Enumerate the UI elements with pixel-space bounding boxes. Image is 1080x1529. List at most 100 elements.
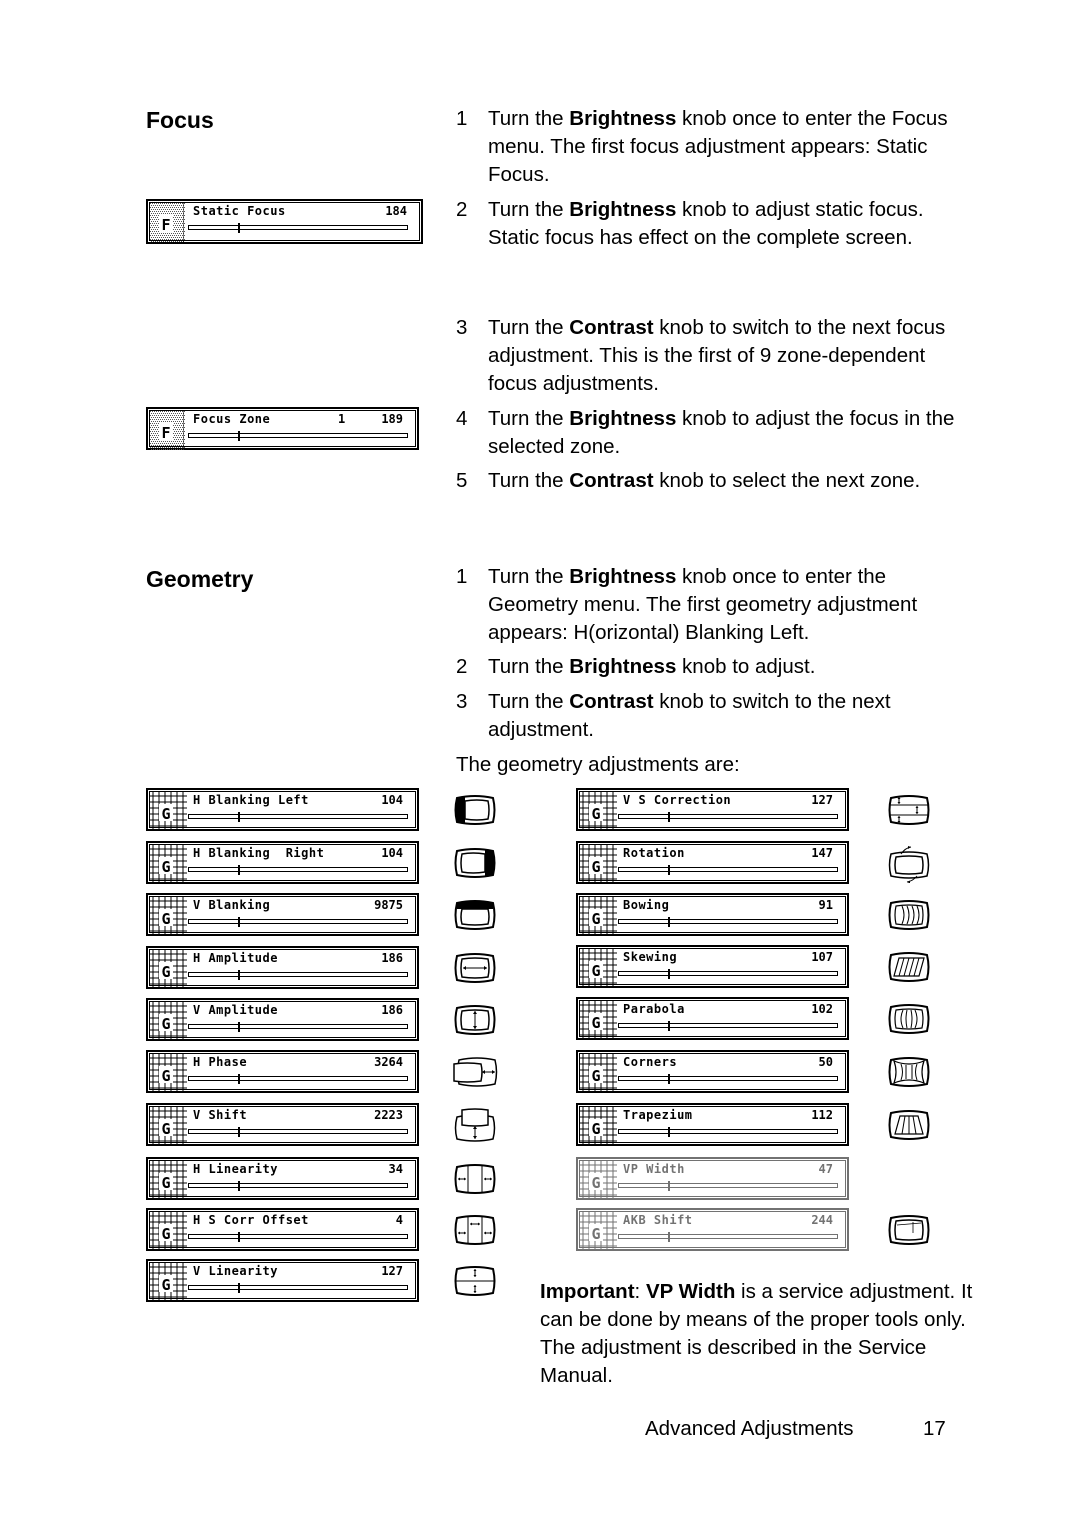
osd-label: V Amplitude: [193, 1003, 278, 1017]
v-s-correction-icon: [886, 792, 930, 826]
step-number: 3: [456, 316, 468, 339]
step-number: 1: [456, 107, 468, 130]
osd-slider[interactable]: [188, 1181, 408, 1191]
osd-slider[interactable]: [188, 431, 408, 441]
osd-slider[interactable]: [188, 865, 408, 875]
osd-slider[interactable]: [188, 1022, 408, 1032]
osd-slider[interactable]: [188, 1074, 408, 1084]
osd-slider[interactable]: [618, 1074, 838, 1084]
osd-slider-thumb[interactable]: [668, 865, 671, 875]
osd-slider-thumb[interactable]: [668, 812, 671, 822]
svg-text:F: F: [161, 424, 170, 442]
osd-slider[interactable]: [618, 917, 838, 927]
osd-slider-thumb[interactable]: [238, 812, 241, 822]
osd-value: 102: [811, 1002, 833, 1016]
svg-text:G: G: [591, 1014, 600, 1032]
osd-slider[interactable]: [188, 1283, 408, 1293]
step-number: 5: [456, 469, 468, 492]
osd-slider-thumb[interactable]: [668, 1021, 671, 1031]
svg-text:F: F: [161, 216, 170, 234]
osd-slider-thumb[interactable]: [668, 1074, 671, 1084]
osd-slider-thumb[interactable]: [238, 865, 241, 875]
osd-slider-thumb[interactable]: [238, 970, 241, 980]
osd-slider[interactable]: [618, 1181, 838, 1191]
osd-label: AKB Shift: [623, 1213, 693, 1227]
v-blanking-icon: [452, 897, 496, 931]
osd-label: H Linearity: [193, 1162, 278, 1176]
svg-text:G: G: [161, 805, 170, 823]
step-note: Static focus has effect on the complete …: [488, 226, 913, 249]
osd-slider-thumb[interactable]: [238, 1074, 241, 1084]
osd-slider[interactable]: [188, 970, 408, 980]
svg-text:G: G: [591, 858, 600, 876]
geometry-menu-icon: G: [579, 1000, 617, 1040]
step-text: Turn the: [488, 407, 570, 430]
step-number: 2: [456, 655, 468, 678]
osd-slider-thumb[interactable]: [238, 431, 241, 441]
osd-rotation: G Rotation 147: [576, 841, 849, 884]
h-blanking-left-icon: [452, 792, 496, 826]
svg-text:G: G: [591, 1174, 600, 1192]
osd-value: 47: [818, 1162, 833, 1176]
osd-slider[interactable]: [188, 1127, 408, 1137]
corners-icon: [886, 1054, 930, 1088]
svg-text:G: G: [591, 1225, 600, 1243]
osd-slider[interactable]: [188, 1232, 408, 1242]
geometry-menu-icon: G: [149, 949, 187, 989]
osd-value: 189: [381, 412, 403, 426]
osd-h-blanking-right: G H Blanking Right 104: [146, 841, 419, 884]
osd-slider[interactable]: [618, 1127, 838, 1137]
osd-focus-zone: F Focus Zone 1 189: [146, 407, 419, 450]
step-number: 1: [456, 565, 468, 588]
osd-slider-thumb[interactable]: [238, 1022, 241, 1032]
svg-text:G: G: [161, 1225, 170, 1243]
step-text: Turn the: [488, 469, 570, 492]
akb-shift-icon: [886, 1212, 930, 1246]
osd-label: H Phase: [193, 1055, 248, 1069]
knob-name: Brightness: [569, 655, 677, 678]
osd-value: 104: [381, 793, 403, 807]
osd-slider-thumb[interactable]: [668, 917, 671, 927]
osd-slider-thumb[interactable]: [668, 1232, 671, 1242]
focus-step-1: 1 Turn the Brightness knob once to enter…: [456, 105, 976, 189]
focus-heading: Focus: [146, 107, 214, 133]
osd-slider[interactable]: [188, 223, 408, 233]
v-amplitude-icon: [452, 1002, 496, 1036]
page-number: 17: [923, 1417, 946, 1440]
osd-value: 244: [811, 1213, 833, 1227]
parabola-icon: [886, 1001, 930, 1035]
osd-slider[interactable]: [618, 1021, 838, 1031]
step-text: Turn the: [488, 655, 570, 678]
osd-value: 91: [818, 898, 833, 912]
osd-slider[interactable]: [618, 1232, 838, 1242]
osd-slider-thumb[interactable]: [668, 969, 671, 979]
osd-slider[interactable]: [618, 865, 838, 875]
rotation-icon: [886, 845, 930, 884]
step-number: 2: [456, 198, 468, 221]
geometry-menu-icon: G: [579, 1160, 617, 1200]
osd-slider-thumb[interactable]: [668, 1127, 671, 1137]
geometry-menu-icon: G: [149, 1160, 187, 1200]
v-linearity-icon: [452, 1263, 496, 1297]
geometry-step-3: 3 Turn the Contrast knob to switch to th…: [456, 688, 976, 744]
osd-slider[interactable]: [188, 812, 408, 822]
osd-slider-thumb[interactable]: [238, 1232, 241, 1242]
osd-slider-thumb[interactable]: [238, 917, 241, 927]
step-text: Turn the: [488, 316, 570, 339]
osd-slider[interactable]: [618, 969, 838, 979]
osd-slider-thumb[interactable]: [238, 1181, 241, 1191]
svg-text:G: G: [591, 910, 600, 928]
separator: :: [634, 1280, 646, 1303]
osd-slider-thumb[interactable]: [238, 223, 241, 233]
step-text: Turn the: [488, 198, 570, 221]
osd-label: VP Width: [623, 1162, 685, 1176]
osd-slider[interactable]: [188, 917, 408, 927]
osd-slider-thumb[interactable]: [238, 1127, 241, 1137]
osd-slider-thumb[interactable]: [668, 1181, 671, 1191]
osd-label: H Blanking Left: [193, 793, 309, 807]
geometry-intro: The geometry adjustments are:: [456, 753, 740, 776]
osd-akb-shift: G AKB Shift 244: [576, 1208, 849, 1251]
osd-bowing: G Bowing 91: [576, 893, 849, 936]
osd-slider[interactable]: [618, 812, 838, 822]
osd-slider-thumb[interactable]: [238, 1283, 241, 1293]
